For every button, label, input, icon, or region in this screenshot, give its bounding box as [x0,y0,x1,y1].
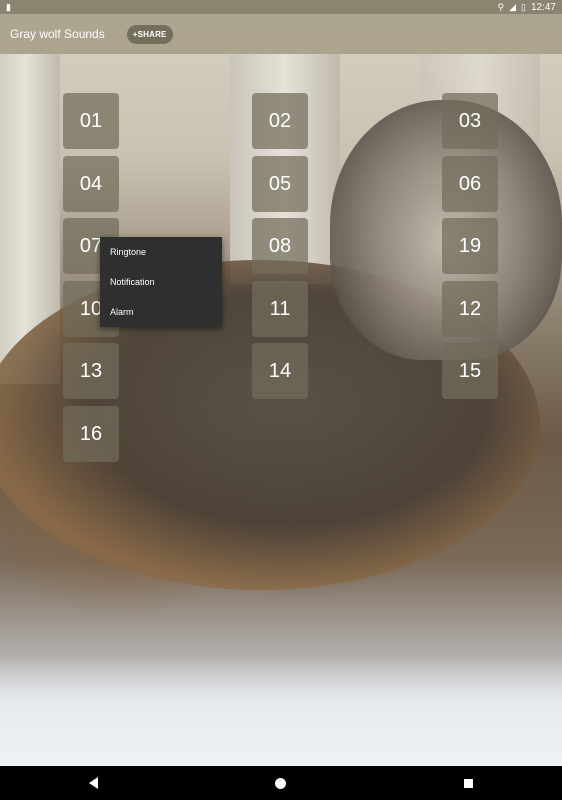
sound-button-03[interactable]: 03 [442,93,498,149]
home-icon[interactable] [275,777,287,789]
share-button[interactable]: +SHARE [126,24,173,44]
sound-button-11[interactable]: 11 [252,281,308,337]
back-icon[interactable] [88,777,98,789]
recents-icon[interactable] [464,778,474,788]
status-bar: ▮ ⚲ ◢ ▯ 12:47 [0,0,562,14]
sound-button-05[interactable]: 05 [252,156,308,212]
sound-button-06[interactable]: 06 [442,156,498,212]
status-icons: ⚲ ◢ ▯ 12:47 [498,2,557,13]
menu-item-alarm[interactable]: Alarm [100,297,222,327]
navigation-bar [0,766,562,800]
lte-signal-icon: ◢ [509,2,517,12]
location-pin-icon: ⚲ [497,2,505,12]
sound-button-12[interactable]: 12 [442,281,498,337]
sound-button-14[interactable]: 14 [252,343,308,399]
status-time: 12:47 [530,1,556,13]
sound-button-15[interactable]: 15 [442,343,498,399]
sound-button-19[interactable]: 19 [442,218,498,274]
set-as-popup-menu: Ringtone Notification Alarm [100,237,222,327]
app-title: Gray wolf Sounds [10,27,105,41]
snow-ground [0,656,562,766]
sound-button-16[interactable]: 16 [63,406,119,462]
app-bar: Gray wolf Sounds +SHARE [0,14,562,54]
sound-button-13[interactable]: 13 [63,343,119,399]
sound-button-08[interactable]: 08 [252,218,308,274]
menu-item-ringtone[interactable]: Ringtone [100,237,222,267]
sound-button-04[interactable]: 04 [63,156,119,212]
menu-item-notification[interactable]: Notification [100,267,222,297]
sound-button-02[interactable]: 02 [252,93,308,149]
sim-card-icon: ▮ [6,2,11,12]
sound-button-01[interactable]: 01 [63,93,119,149]
battery-icon: ▯ [521,2,526,12]
